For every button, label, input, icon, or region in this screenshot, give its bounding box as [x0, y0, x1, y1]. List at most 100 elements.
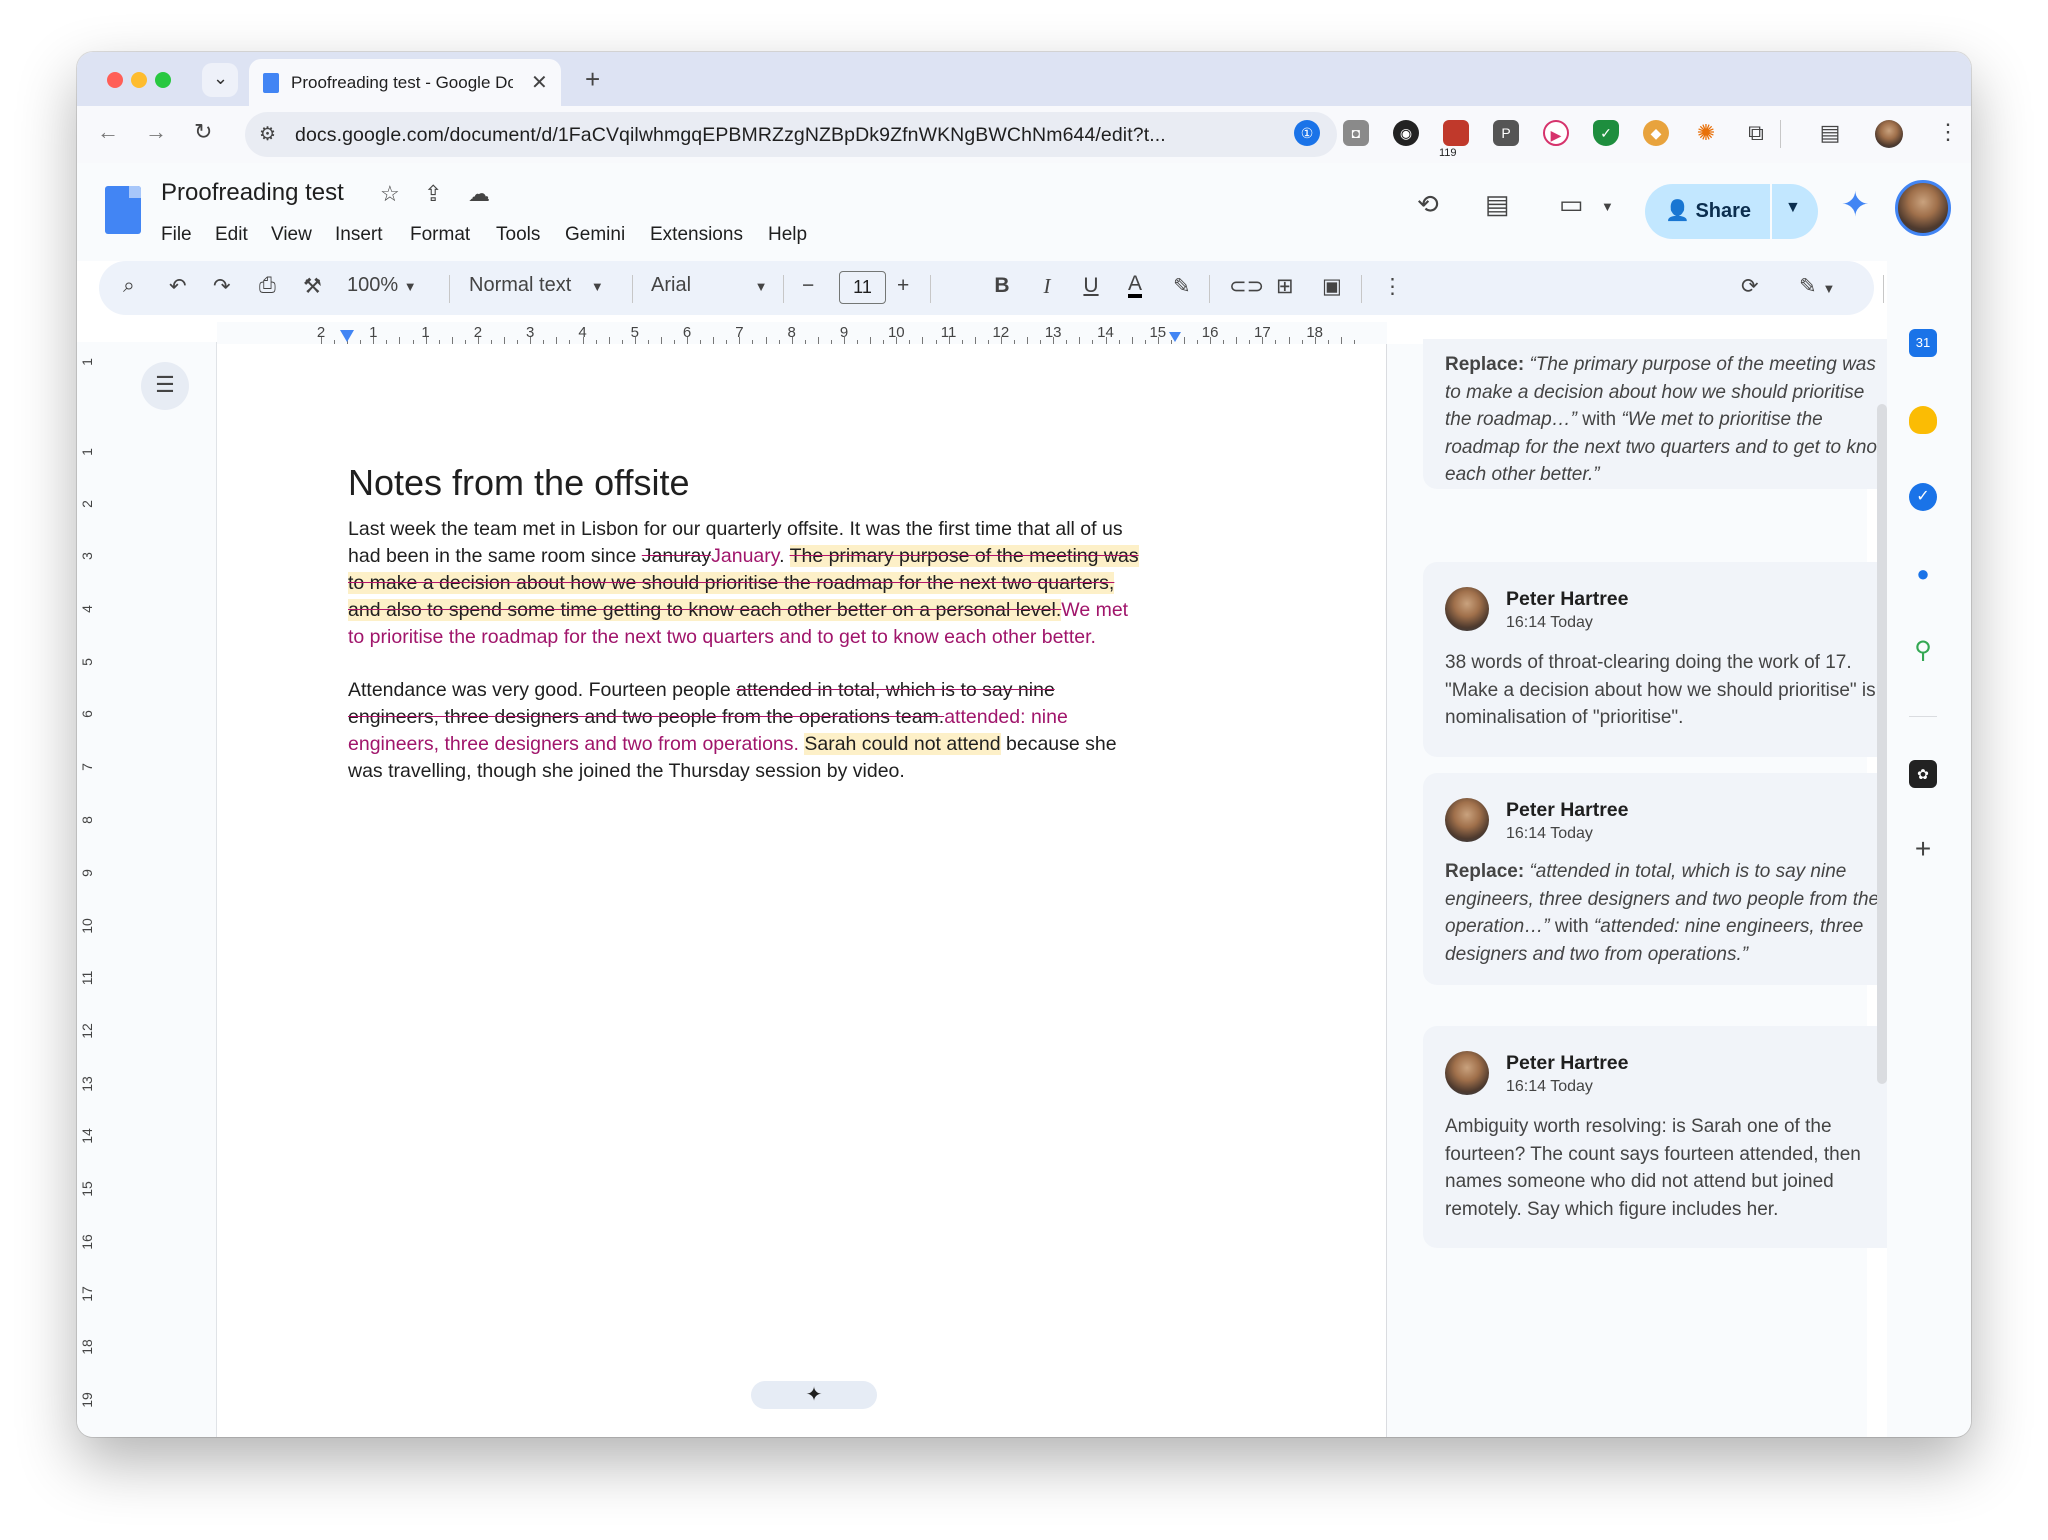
- fox-extension-icon[interactable]: ◆: [1643, 120, 1669, 146]
- contacts-icon[interactable]: ●: [1909, 560, 1937, 588]
- insert-image-icon[interactable]: ▣: [1322, 274, 1342, 299]
- menu-insert[interactable]: Insert: [335, 224, 383, 246]
- style-select[interactable]: Normal text ▼: [469, 274, 604, 297]
- record-extension-icon[interactable]: ▶: [1543, 120, 1569, 146]
- shield-extension-icon[interactable]: ✓: [1593, 120, 1619, 146]
- close-window-button[interactable]: [107, 72, 123, 88]
- toolbar-divider: [1780, 120, 1781, 148]
- url-text[interactable]: docs.google.com/document/d/1FaCVqilwhmgq…: [295, 124, 1166, 147]
- gemini-quick-action-button[interactable]: ✦: [751, 1381, 877, 1409]
- reading-mode-icon[interactable]: ▤: [1817, 120, 1843, 146]
- add-comment-icon[interactable]: ⊞: [1276, 274, 1294, 299]
- italic-icon[interactable]: I: [1044, 274, 1051, 299]
- password-manager-icon[interactable]: ①: [1294, 120, 1320, 146]
- menu-format[interactable]: Format: [410, 224, 470, 246]
- horizontal-ruler[interactable]: 2 1 1 2 3 4 5 6 7 8 9 10 11 12 13 14 15 16 17 18: [217, 322, 1387, 344]
- minimize-window-button[interactable]: [131, 72, 147, 88]
- comment-card[interactable]: Peter Hartree 16:14 Today Ambiguity wort…: [1423, 1026, 1914, 1248]
- suggested-deletion[interactable]: Januray: [642, 545, 711, 567]
- camera-extension-icon[interactable]: ◘: [1343, 120, 1369, 146]
- back-button[interactable]: ←: [97, 119, 119, 145]
- document-heading[interactable]: Notes from the offsite: [348, 462, 690, 504]
- new-tab-button[interactable]: +: [585, 64, 600, 95]
- maximize-window-button[interactable]: [155, 72, 171, 88]
- expand-panel-icon[interactable]: ›: [1909, 1436, 1937, 1437]
- more-options-icon[interactable]: ⋮: [1382, 274, 1403, 299]
- vertical-ruler[interactable]: 1 1 2 3 4 5 6 7 8 9 10 11 12 13 14 15 16 17 18 19: [77, 342, 99, 1437]
- text-color-icon[interactable]: A: [1128, 273, 1143, 298]
- gemini-refine-icon[interactable]: ⟳: [1741, 274, 1759, 299]
- print-icon[interactable]: ⎙: [259, 274, 276, 298]
- star-icon[interactable]: ☆: [380, 181, 400, 207]
- menu-help[interactable]: Help: [768, 224, 807, 246]
- profile-avatar[interactable]: [1875, 120, 1903, 148]
- share-dropdown-icon[interactable]: ▼: [1785, 199, 1801, 217]
- calendar-extension-icon[interactable]: [1443, 120, 1469, 146]
- keep-icon[interactable]: [1909, 406, 1937, 434]
- search-menus-icon[interactable]: ⌕: [123, 274, 135, 298]
- document-outline-button[interactable]: ☰: [141, 362, 189, 410]
- underline-icon[interactable]: U: [1083, 274, 1098, 298]
- paragraph-2[interactable]: Attendance was very good. Fourteen peopl…: [348, 677, 1148, 785]
- menu-file[interactable]: File: [161, 224, 192, 246]
- font-size-input[interactable]: 11: [839, 271, 886, 304]
- paragraph-1[interactable]: Last week the team met in Lisbon for our…: [348, 516, 1148, 651]
- menu-tools[interactable]: Tools: [496, 224, 540, 246]
- p-extension-icon[interactable]: P: [1493, 120, 1519, 146]
- undo-icon[interactable]: ↶: [169, 274, 187, 299]
- tasks-icon[interactable]: ✓: [1909, 483, 1937, 511]
- extensions-puzzle-icon[interactable]: ⧉: [1743, 120, 1769, 146]
- document-page[interactable]: Notes from the offsite Last week the tea…: [217, 344, 1387, 1437]
- ruler-label: 6: [79, 710, 95, 718]
- meet-dropdown-icon[interactable]: ▼: [1601, 199, 1614, 214]
- meet-video-icon[interactable]: ▭: [1559, 189, 1584, 220]
- version-history-icon[interactable]: ⟲: [1417, 189, 1439, 220]
- paint-format-icon[interactable]: ⚒: [303, 274, 322, 299]
- docs-logo-icon[interactable]: [105, 186, 141, 234]
- font-select[interactable]: Arial ▼: [651, 274, 767, 297]
- insert-link-icon[interactable]: ⊂⊃: [1229, 274, 1264, 299]
- browser-tab[interactable]: Proofreading test - Google Docs ✕: [249, 59, 561, 106]
- menu-gemini[interactable]: Gemini: [565, 224, 625, 246]
- comment-card[interactable]: Peter Hartree 16:14 Today 38 words of th…: [1423, 562, 1914, 757]
- redo-icon[interactable]: ↷: [213, 274, 231, 299]
- ruler-tick: [451, 337, 453, 344]
- maps-icon[interactable]: ⚲: [1909, 637, 1937, 665]
- p1-text-b: .: [779, 545, 790, 567]
- ruler-tick: [922, 337, 924, 344]
- calendar-icon[interactable]: 31: [1909, 329, 1937, 357]
- asterisk-extension-icon[interactable]: ✺: [1693, 120, 1719, 146]
- comment-card[interactable]: Peter Hartree 16:14 Today Replace: “atte…: [1423, 773, 1914, 985]
- share-button[interactable]: 👤 Share ▼: [1645, 184, 1818, 239]
- menu-view[interactable]: View: [271, 224, 312, 246]
- move-to-drive-icon[interactable]: ⇪: [424, 181, 442, 207]
- add-addon-icon[interactable]: +: [1909, 835, 1937, 863]
- highlight-color-icon[interactable]: ✎: [1173, 274, 1191, 299]
- comments-scrollbar[interactable]: [1877, 404, 1887, 1084]
- close-tab-icon[interactable]: ✕: [531, 70, 548, 95]
- figma-icon[interactable]: ✿: [1909, 760, 1937, 788]
- zoom-select[interactable]: 100% ▼: [347, 274, 417, 297]
- account-avatar[interactable]: [1895, 180, 1951, 236]
- gemini-sparkle-icon[interactable]: ✦: [1841, 185, 1870, 225]
- document-title[interactable]: Proofreading test: [161, 179, 344, 207]
- color-extension-icon[interactable]: ◉: [1393, 120, 1419, 146]
- editing-mode-icon[interactable]: ✎ ▼: [1799, 274, 1835, 299]
- suggested-insertion[interactable]: January: [711, 545, 779, 567]
- menu-edit[interactable]: Edit: [215, 224, 248, 246]
- forward-button[interactable]: →: [145, 119, 167, 145]
- decrease-font-size-icon[interactable]: −: [802, 274, 814, 298]
- site-settings-icon[interactable]: ⚙: [259, 123, 276, 146]
- address-bar[interactable]: ⚙ docs.google.com/document/d/1FaCVqilwhm…: [245, 112, 1337, 157]
- comment-card[interactable]: Replace: “The primary purpose of the mee…: [1423, 339, 1914, 489]
- bold-icon[interactable]: B: [994, 274, 1009, 298]
- menu-extensions[interactable]: Extensions: [650, 224, 743, 246]
- cloud-saved-icon[interactable]: ☁: [468, 181, 490, 207]
- increase-font-size-icon[interactable]: +: [897, 274, 909, 298]
- ruler-label: 7: [79, 763, 95, 771]
- commented-highlight[interactable]: Sarah could not attend: [804, 733, 1001, 755]
- reload-button[interactable]: ↻: [194, 119, 212, 145]
- browser-menu-icon[interactable]: ⋮: [1937, 119, 1959, 145]
- tab-search-button[interactable]: ⌄: [202, 63, 238, 97]
- comments-icon[interactable]: ▤: [1485, 189, 1510, 220]
